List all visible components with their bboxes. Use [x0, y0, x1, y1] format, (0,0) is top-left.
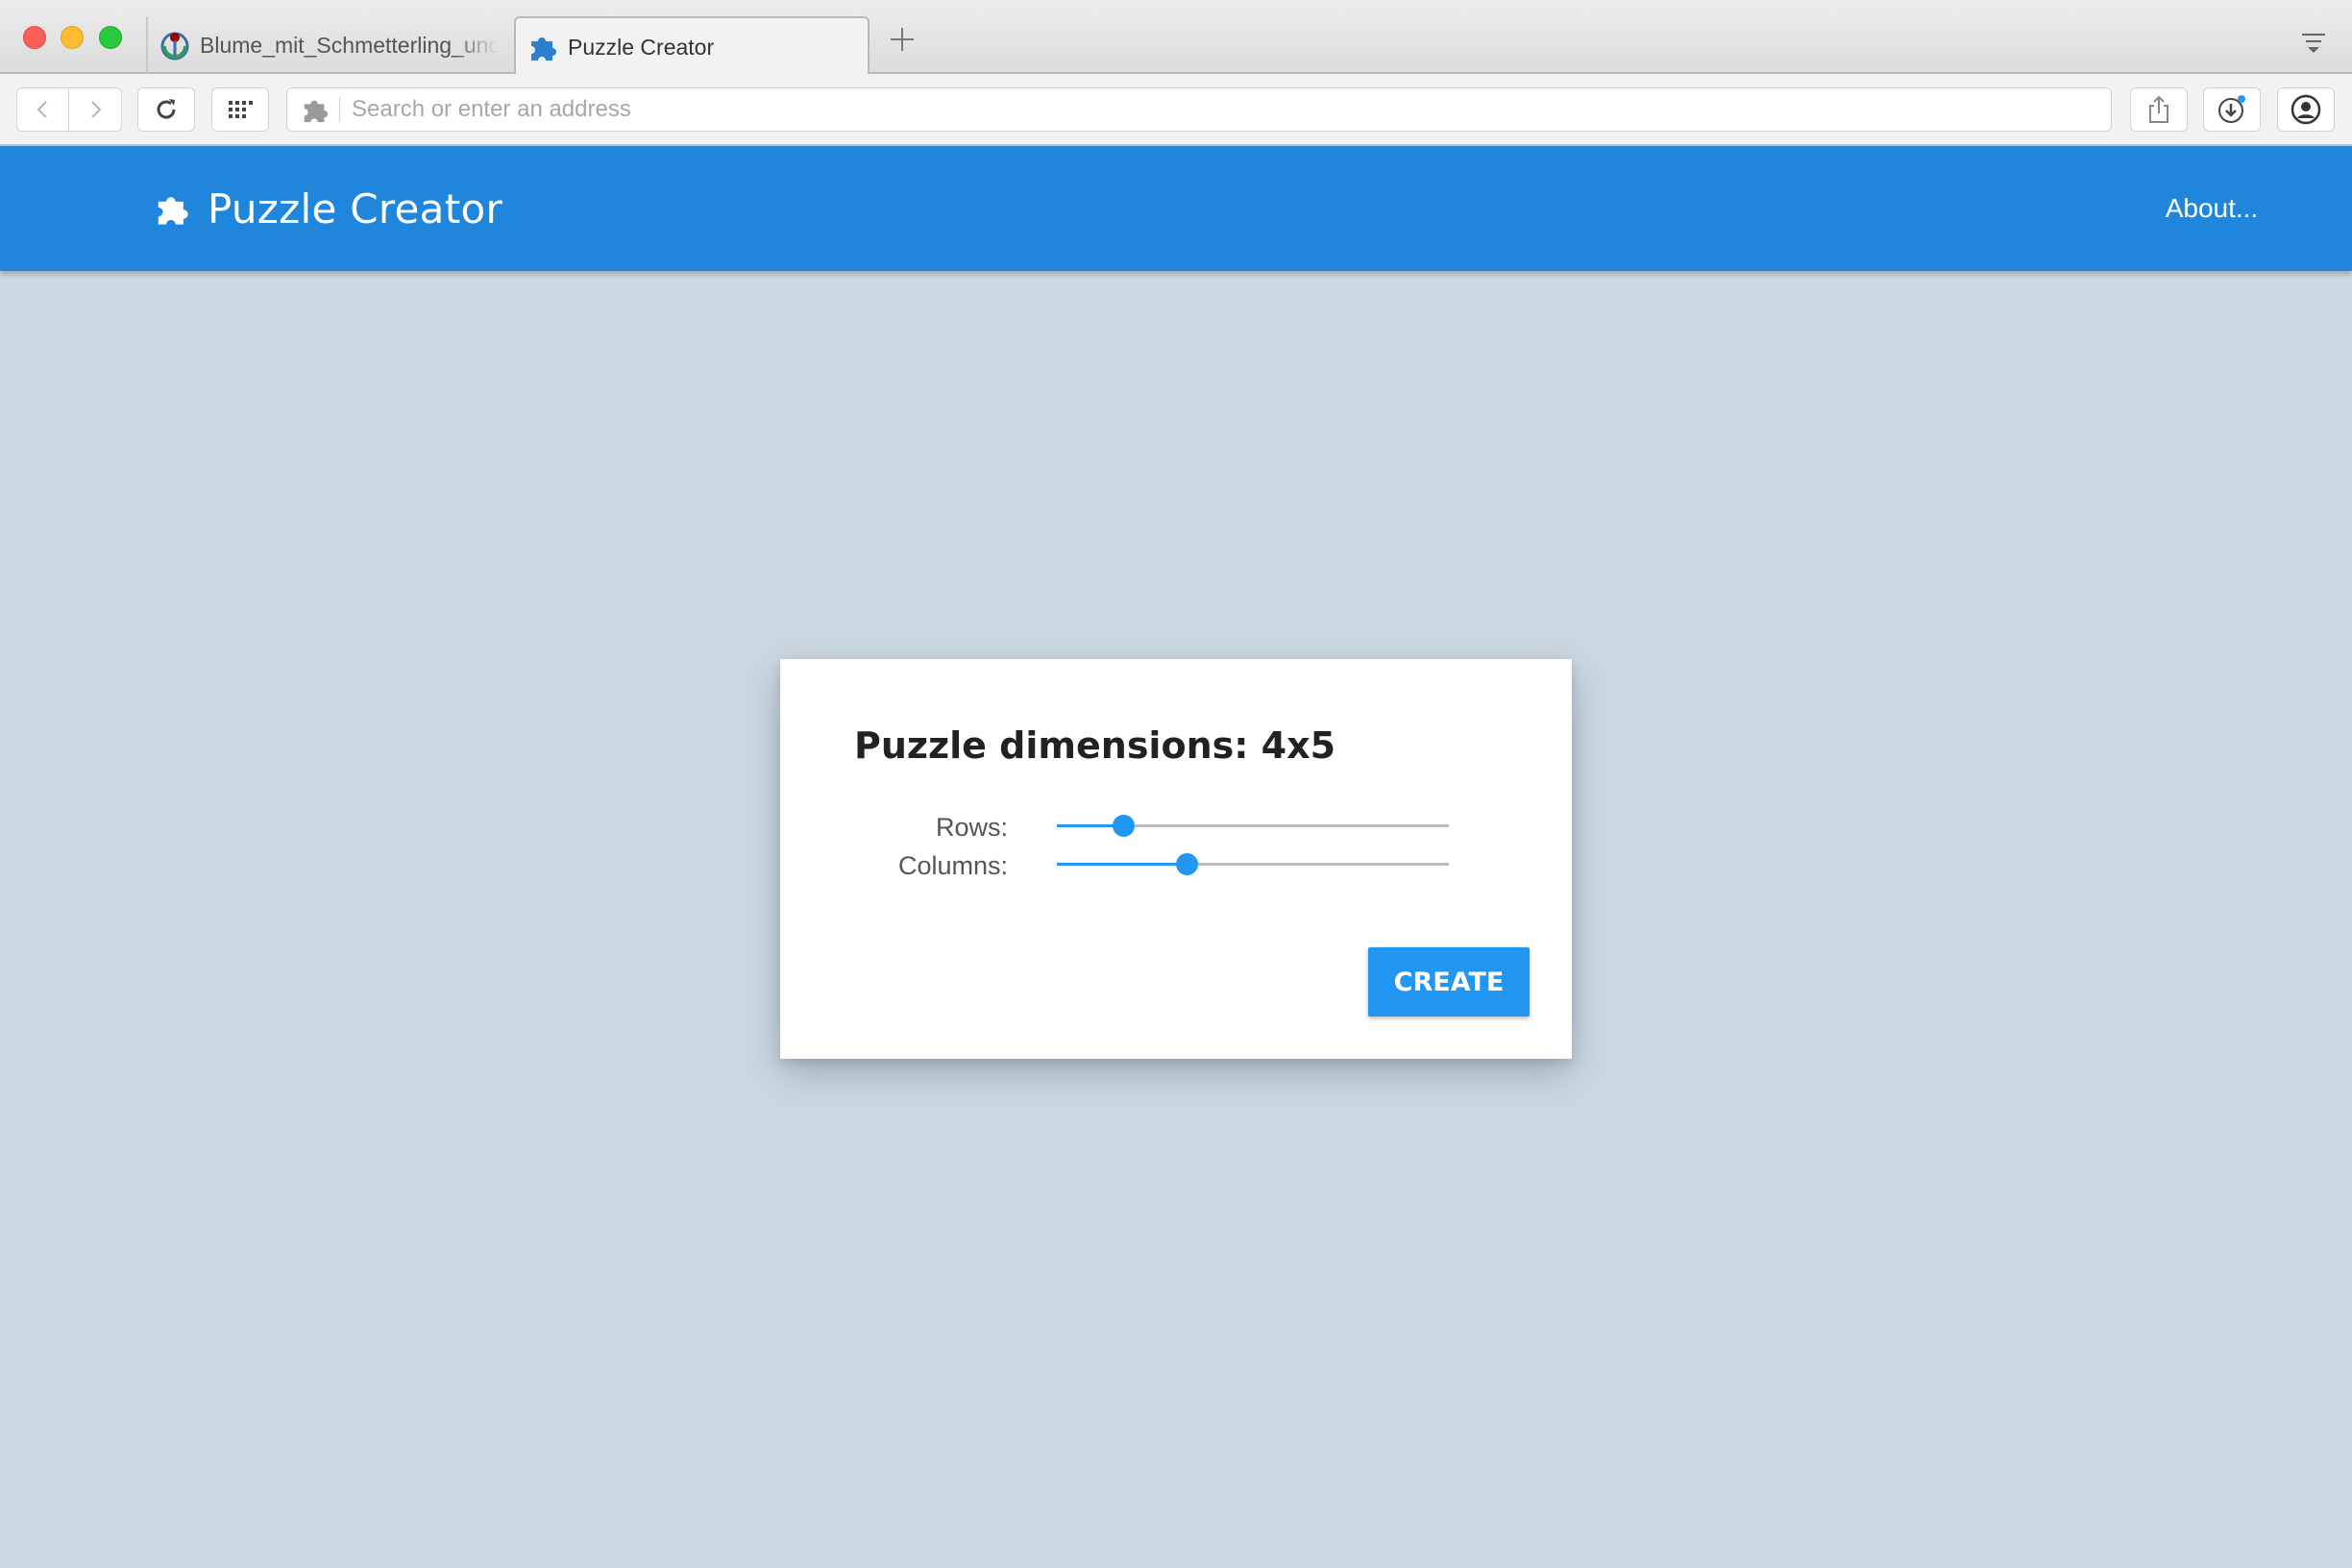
speed-dial-button[interactable]: [211, 87, 269, 132]
chevron-left-icon: [37, 101, 47, 118]
tab-title: Puzzle Creator: [568, 34, 715, 60]
close-window-button[interactable]: [23, 26, 46, 49]
browser-titlebar: Blume_mit_Schmetterling_und_Libelle Puzz…: [0, 0, 2352, 76]
tab-menu-icon[interactable]: [2300, 31, 2327, 56]
app-header: Puzzle Creator About...: [0, 146, 2352, 271]
browser-toolbar: [0, 74, 2352, 146]
address-bar[interactable]: [286, 87, 2112, 132]
reload-icon: [157, 99, 176, 119]
app-title: Puzzle Creator: [208, 184, 503, 233]
share-button[interactable]: [2130, 87, 2188, 132]
address-input[interactable]: [350, 95, 1983, 124]
user-icon: [2291, 94, 2321, 125]
dialog-title: Puzzle dimensions: 4x5: [854, 724, 1336, 767]
grid-icon: [229, 101, 253, 118]
share-icon: [2149, 95, 2168, 123]
tab-wikimedia[interactable]: Blume_mit_Schmetterling_und_Libelle: [146, 16, 511, 74]
create-button[interactable]: CREATE: [1368, 947, 1530, 1017]
about-link[interactable]: About...: [2135, 146, 2289, 271]
puzzle-icon: [158, 197, 188, 225]
columns-label: Columns:: [897, 851, 1008, 880]
minimize-window-button[interactable]: [61, 26, 84, 49]
slider-thumb[interactable]: [1175, 853, 1198, 875]
puzzle-icon: [304, 100, 329, 123]
address-separator: [339, 97, 340, 122]
app-brand[interactable]: Puzzle Creator: [154, 146, 502, 271]
slider-fill: [1057, 863, 1187, 866]
slider-thumb[interactable]: [1113, 815, 1136, 837]
tab-title: Blume_mit_Schmetterling_und_Libelle: [200, 32, 498, 58]
forward-button[interactable]: [69, 87, 122, 132]
back-button[interactable]: [16, 87, 69, 132]
reload-button[interactable]: [137, 87, 195, 132]
zoom-window-button[interactable]: [99, 26, 122, 49]
rows-slider[interactable]: [1057, 811, 1449, 840]
puzzle-dimensions-card: Puzzle dimensions: 4x5 Rows: Columns: CR…: [780, 659, 1572, 1059]
wikimedia-icon: [160, 32, 189, 61]
tab-puzzle-creator[interactable]: Puzzle Creator: [514, 16, 870, 76]
rows-label: Rows:: [935, 813, 1008, 842]
chevron-right-icon: [91, 101, 102, 118]
downloads-button[interactable]: [2203, 87, 2261, 132]
download-icon: [2218, 95, 2245, 123]
account-button[interactable]: [2277, 87, 2335, 132]
columns-slider[interactable]: [1057, 849, 1449, 878]
puzzle-icon: [531, 37, 556, 61]
new-tab-button[interactable]: [888, 25, 917, 54]
